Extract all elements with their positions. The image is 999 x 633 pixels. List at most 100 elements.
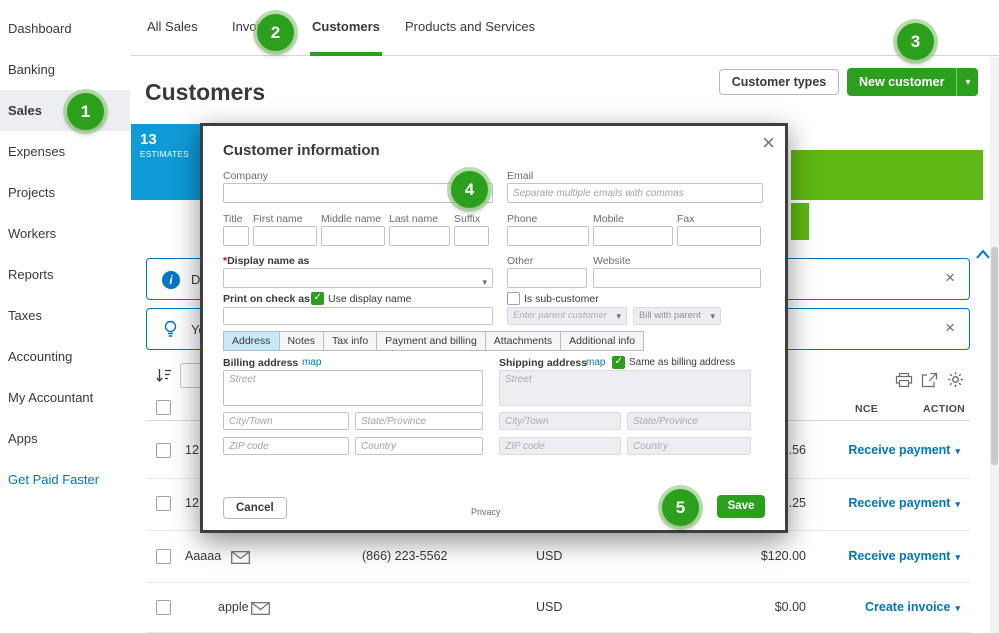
sidebar-item-sales[interactable]: Sales: [0, 90, 130, 131]
select-all-checkbox[interactable]: [156, 400, 171, 415]
is-sub-customer-checkbox[interactable]: [507, 292, 520, 305]
action-caret-icon[interactable]: [950, 443, 960, 457]
shipping-zip-field: [499, 437, 621, 455]
receive-payment-button[interactable]: Receive payment: [840, 549, 960, 563]
row-checkbox[interactable]: [156, 549, 171, 564]
balance-column-header[interactable]: NCE: [855, 403, 878, 415]
website-field[interactable]: [593, 268, 761, 288]
tab-notes[interactable]: Notes: [279, 331, 324, 351]
print-button[interactable]: [895, 372, 913, 393]
use-display-name-label: Use display name: [328, 293, 411, 305]
new-customer-button[interactable]: New customer: [847, 68, 978, 96]
left-nav: Dashboard Banking Sales Expenses Project…: [0, 0, 130, 633]
estimates-count: 13: [140, 131, 200, 148]
customer-name[interactable]: 12: [185, 496, 199, 510]
sidebar-item-projects[interactable]: Projects: [0, 172, 130, 213]
new-customer-button-label[interactable]: New customer: [847, 68, 956, 96]
tab-address[interactable]: Address: [223, 331, 280, 351]
close-icon[interactable]: [945, 268, 955, 288]
customer-name[interactable]: apple: [218, 600, 249, 614]
first-name-field[interactable]: [253, 226, 317, 246]
last-name-field[interactable]: [389, 226, 450, 246]
billing-map-link[interactable]: map: [302, 357, 321, 368]
email-field[interactable]: [507, 183, 763, 203]
email-icon[interactable]: [231, 551, 250, 564]
billing-state-field[interactable]: [355, 412, 483, 430]
tab-tax-info[interactable]: Tax info: [323, 331, 377, 351]
billing-city-field[interactable]: [223, 412, 349, 430]
action-caret-icon[interactable]: [950, 549, 960, 563]
email-label: Email: [507, 170, 533, 182]
billing-street-field[interactable]: [223, 370, 483, 406]
cancel-button[interactable]: Cancel: [223, 497, 287, 519]
company-label: Company: [223, 170, 268, 182]
sidebar-item-apps[interactable]: Apps: [0, 418, 130, 459]
sidebar-item-reports[interactable]: Reports: [0, 254, 130, 295]
other-label: Other: [507, 255, 533, 267]
same-as-billing-checkbox[interactable]: [612, 356, 625, 369]
close-icon[interactable]: [945, 318, 955, 338]
create-invoice-button[interactable]: Create invoice: [840, 600, 960, 614]
middle-name-field[interactable]: [321, 226, 385, 246]
use-display-name-checkbox[interactable]: [311, 292, 324, 305]
tab-payment-and-billing[interactable]: Payment and billing: [376, 331, 486, 351]
tab-additional-info[interactable]: Additional info: [560, 331, 644, 351]
scrollbar-thumb[interactable]: [991, 247, 998, 465]
close-icon[interactable]: [762, 130, 775, 156]
same-as-billing-label: Same as billing address: [629, 357, 735, 368]
privacy-link[interactable]: Privacy: [471, 507, 501, 517]
other-field[interactable]: [507, 268, 587, 288]
billing-zip-field[interactable]: [223, 437, 349, 455]
action-caret-icon[interactable]: [950, 496, 960, 510]
chevron-up-icon: [975, 248, 991, 260]
new-customer-dropdown-caret-icon[interactable]: [956, 68, 978, 96]
suffix-field[interactable]: [454, 226, 489, 246]
collapse-moneybar-button[interactable]: [975, 247, 991, 265]
tab-customers[interactable]: Customers: [310, 0, 382, 56]
phone-field[interactable]: [507, 226, 589, 246]
mobile-label: Mobile: [593, 213, 624, 225]
receive-payment-button[interactable]: Receive payment: [840, 496, 960, 510]
tab-attachments[interactable]: Attachments: [485, 331, 561, 351]
bill-with-parent-select: Bill with parent: [633, 307, 721, 325]
display-name-select[interactable]: [223, 268, 493, 288]
sidebar-item-expenses[interactable]: Expenses: [0, 131, 130, 172]
sidebar-item-get-paid-faster[interactable]: Get Paid Faster: [0, 459, 130, 500]
tab-products-and-services[interactable]: Products and Services: [403, 0, 537, 56]
step-badge-3: 3: [897, 23, 934, 60]
sidebar-item-workers[interactable]: Workers: [0, 213, 130, 254]
row-divider: [146, 582, 970, 583]
customer-name[interactable]: Aaaaa: [185, 549, 221, 563]
sidebar-item-banking[interactable]: Banking: [0, 49, 130, 90]
step-badge-4: 4: [451, 171, 488, 208]
sidebar-item-accounting[interactable]: Accounting: [0, 336, 130, 377]
sidebar-item-dashboard[interactable]: Dashboard: [0, 8, 130, 49]
info-banner-text: D: [191, 272, 200, 287]
save-button[interactable]: Save: [717, 495, 765, 518]
page-title: Customers: [145, 79, 265, 106]
customer-name[interactable]: 12: [185, 443, 199, 457]
phone-label: Phone: [507, 213, 537, 225]
mobile-field[interactable]: [593, 226, 673, 246]
title-field[interactable]: [223, 226, 249, 246]
receive-payment-button[interactable]: Receive payment: [840, 443, 960, 457]
settings-button[interactable]: [947, 371, 964, 393]
moneybar-estimates-segment[interactable]: 13 ESTIMATES: [131, 124, 200, 200]
row-checkbox[interactable]: [156, 496, 171, 511]
moneybar-paid-segment[interactable]: [791, 150, 983, 200]
billing-country-field[interactable]: [355, 437, 483, 455]
export-button[interactable]: [921, 372, 938, 393]
sidebar-item-taxes[interactable]: Taxes: [0, 295, 130, 336]
shipping-map-link[interactable]: map: [586, 357, 605, 368]
customer-types-button[interactable]: Customer types: [719, 69, 839, 95]
row-checkbox[interactable]: [156, 600, 171, 615]
print-on-check-field[interactable]: [223, 307, 493, 325]
email-icon[interactable]: [251, 602, 270, 615]
sidebar-item-my-accountant[interactable]: My Accountant: [0, 377, 130, 418]
fax-field[interactable]: [677, 226, 761, 246]
action-caret-icon[interactable]: [950, 600, 960, 614]
tab-all-sales[interactable]: All Sales: [145, 0, 200, 56]
sort-button[interactable]: [155, 367, 172, 389]
row-checkbox[interactable]: [156, 443, 171, 458]
customer-currency: USD: [536, 600, 562, 614]
